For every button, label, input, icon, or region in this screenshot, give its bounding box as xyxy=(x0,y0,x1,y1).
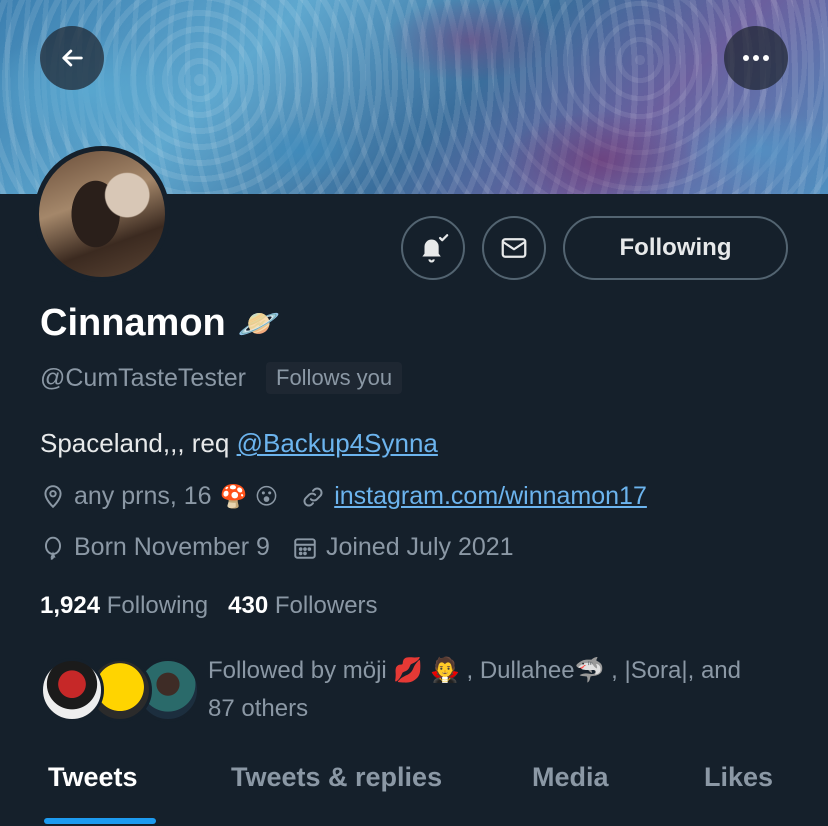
more-horizontal-icon xyxy=(743,55,769,61)
bio-mention-link[interactable]: @Backup4Synna xyxy=(237,428,438,458)
back-button[interactable] xyxy=(40,26,104,90)
following-button-label: Following xyxy=(619,234,732,261)
profile-meta-row-1: any prns, 16 🍄 😮 instagram.com/winnamon1… xyxy=(40,482,669,511)
location-text: any prns, 16 xyxy=(74,482,212,510)
tab-tweets[interactable]: Tweets xyxy=(48,762,138,793)
more-button[interactable] xyxy=(724,26,788,90)
location-item: any prns, 16 🍄 😮 xyxy=(40,482,278,511)
followed-by-avatars[interactable] xyxy=(40,658,210,724)
profile-bio: Spaceland,,, req @Backup4Synna xyxy=(40,428,438,459)
display-name-text: Cinnamon xyxy=(40,302,226,344)
followers-stat-label: Followers xyxy=(274,592,378,619)
following-stat-label: Following xyxy=(106,592,209,619)
envelope-icon xyxy=(501,238,527,258)
follows-you-badge: Follows you xyxy=(266,362,403,394)
calendar-icon xyxy=(294,537,316,559)
joined-item: Joined July 2021 xyxy=(292,533,514,562)
website-item[interactable]: instagram.com/winnamon17 xyxy=(300,482,647,511)
followed-by-line-2: 87 others xyxy=(208,695,309,722)
tab-likes[interactable]: Likes xyxy=(704,762,773,793)
following-stat[interactable]: 1,924 Following xyxy=(40,592,208,620)
active-tab-indicator xyxy=(44,818,156,824)
planet-emoji: 🪐 xyxy=(237,303,281,344)
following-count: 1,924 xyxy=(40,592,101,619)
profile-avatar[interactable] xyxy=(34,146,170,282)
bell-check-icon xyxy=(422,234,449,263)
link-icon xyxy=(303,487,323,506)
bio-text: Spaceland,,, req xyxy=(40,428,237,458)
followed-by-text[interactable]: Followed by möji 💋 🧛 , Dullahee🦈 , |Sora… xyxy=(208,652,808,728)
birthday-item: Born November 9 xyxy=(40,533,270,562)
handle-row: @CumTasteTester Follows you xyxy=(40,362,403,394)
birthday-text: Born November 9 xyxy=(74,533,270,561)
tab-tweets-and-replies[interactable]: Tweets & replies xyxy=(231,762,442,793)
profile-meta-row-2: Born November 9 Joined July 2021 xyxy=(40,533,536,562)
followers-count: 430 xyxy=(228,592,269,619)
joined-text: Joined July 2021 xyxy=(325,533,514,561)
followed-by-line-1: Followed by möji 💋 🧛 , Dullahee🦈 , |Sora… xyxy=(208,657,742,684)
location-emojis: 🍄 😮 xyxy=(219,483,279,510)
location-pin-icon xyxy=(44,484,62,508)
tab-media[interactable]: Media xyxy=(532,762,609,793)
display-name: Cinnamon 🪐 xyxy=(40,302,280,345)
user-handle: @CumTasteTester xyxy=(40,363,246,392)
website-link[interactable]: instagram.com/winnamon17 xyxy=(334,482,647,511)
balloon-icon xyxy=(44,536,62,560)
message-button[interactable] xyxy=(482,216,546,280)
following-button[interactable]: Following xyxy=(563,216,788,280)
follow-stats: 1,924 Following 430 Followers xyxy=(40,592,378,620)
notifications-button[interactable] xyxy=(401,216,465,280)
profile-tabs: Tweets Tweets & replies Media Likes xyxy=(0,740,828,826)
avatar xyxy=(40,658,104,722)
arrow-left-icon xyxy=(62,49,83,67)
followers-stat[interactable]: 430 Followers xyxy=(228,592,377,620)
